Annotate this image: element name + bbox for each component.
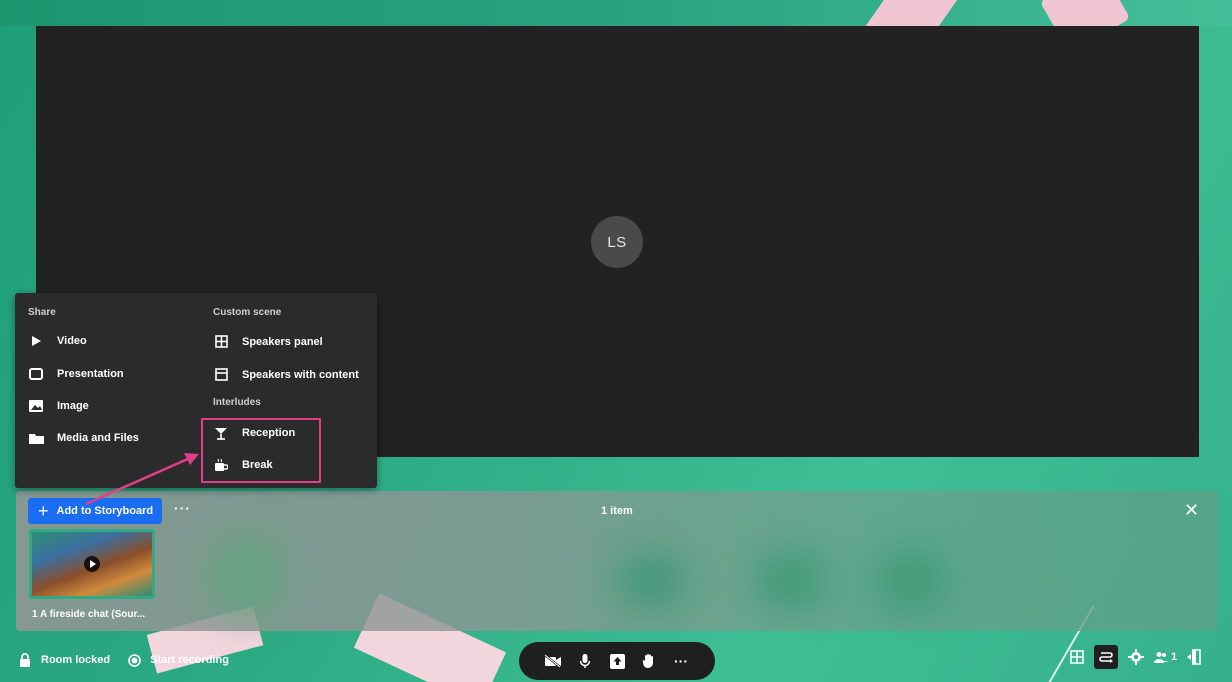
start-recording-label: Start recording: [150, 654, 229, 666]
avatar: LS: [591, 216, 643, 268]
play-icon: [28, 335, 44, 347]
share-heading: Share: [28, 307, 56, 318]
gear-icon[interactable]: [1128, 649, 1144, 665]
close-icon[interactable]: ✕: [1184, 500, 1199, 521]
start-recording-button[interactable]: Start recording: [128, 653, 229, 667]
room-locked-toggle[interactable]: Room locked: [18, 653, 110, 667]
layout-grid-icon[interactable]: [1070, 650, 1084, 664]
storyboard-item-count: 1 item: [601, 505, 633, 517]
storyboard-panel: + Add to Storyboard ··· 1 item ✕ 1 A fir…: [16, 491, 1218, 631]
grid-icon: [213, 335, 229, 348]
menu-item-image[interactable]: Image: [28, 400, 89, 412]
storyboard-toggle-icon[interactable]: [1094, 645, 1118, 669]
participants-icon: [1154, 651, 1168, 663]
add-content-menu: Share Custom scene Interludes Video Pres…: [15, 293, 377, 488]
add-to-storyboard-label: Add to Storyboard: [56, 505, 154, 517]
lock-icon: [18, 653, 32, 667]
menu-item-label: Media and Files: [57, 432, 139, 444]
bottom-toolbar: Room locked Start recording ··· 1: [0, 640, 1232, 682]
room-locked-label: Room locked: [41, 654, 111, 666]
presentation-icon: [28, 368, 44, 380]
leave-icon[interactable]: [1187, 649, 1201, 665]
layout-icon: [213, 368, 229, 381]
more-options-button[interactable]: ···: [671, 653, 691, 669]
custom-scene-heading: Custom scene: [213, 307, 282, 318]
add-to-storyboard-button[interactable]: + Add to Storyboard: [28, 498, 162, 524]
raise-hand-icon[interactable]: [639, 653, 659, 669]
menu-item-label: Speakers panel: [242, 335, 323, 348]
record-icon: [128, 653, 141, 667]
menu-item-label: Video: [57, 335, 87, 347]
interludes-heading: Interludes: [213, 397, 261, 408]
storyboard-item-label: 1 A fireside chat (Sour...: [32, 609, 146, 620]
image-icon: [28, 400, 44, 412]
folder-icon: [28, 432, 44, 444]
storyboard-item-thumbnail[interactable]: [29, 529, 155, 599]
menu-item-presentation[interactable]: Presentation: [28, 368, 124, 380]
participant-count: 1: [1171, 651, 1178, 663]
menu-item-speakers-panel[interactable]: Speakers panel: [213, 335, 323, 348]
menu-item-label: Speakers with content: [242, 368, 359, 381]
play-icon: [84, 556, 100, 572]
participants-button[interactable]: 1: [1154, 651, 1177, 664]
storyboard-more-button[interactable]: ···: [174, 500, 191, 516]
menu-item-media-and-files[interactable]: Media and Files: [28, 432, 139, 444]
menu-item-speakers-with-content[interactable]: Speakers with content: [213, 368, 359, 381]
menu-item-label: Presentation: [57, 368, 124, 380]
microphone-icon[interactable]: [575, 653, 595, 669]
share-screen-icon[interactable]: [607, 653, 627, 669]
call-controls: ···: [519, 642, 715, 680]
menu-item-label: Image: [57, 400, 89, 412]
highlight-box: [201, 418, 321, 483]
camera-off-icon[interactable]: [543, 654, 563, 668]
menu-item-video[interactable]: Video: [28, 335, 87, 347]
plus-icon: +: [38, 501, 49, 521]
